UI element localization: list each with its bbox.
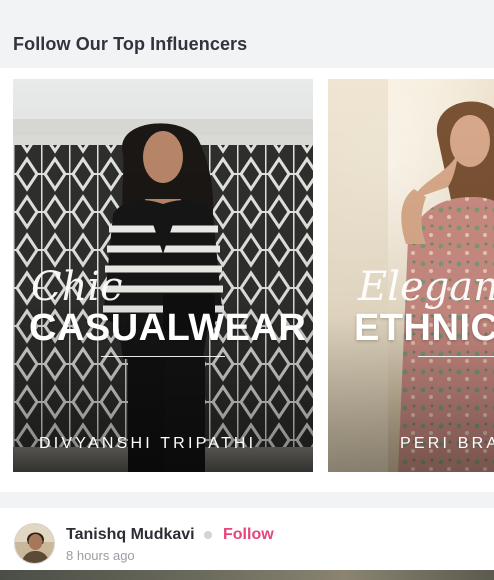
post-header: Tanishq Mudkavi Follow 8 hours ago: [0, 508, 494, 580]
influencer-card-casualwear[interactable]: Chic CASUALWEAR DIVYANSHI TRIPATHI: [13, 79, 313, 472]
title-underline: [101, 356, 225, 357]
influencer-card-ethnicwear[interactable]: Elegant ETHNICWEAR PERI BRAHMA: [328, 79, 494, 472]
category-title: CASUALWEAR: [29, 307, 307, 349]
avatar[interactable]: [14, 523, 55, 564]
influencers-section-header: Follow Our Top Influencers: [0, 0, 494, 68]
post-image-preview[interactable]: [0, 570, 494, 580]
influencer-name-caption: PERI BRAHMA: [400, 435, 494, 452]
section-title: Follow Our Top Influencers: [13, 34, 248, 54]
separator-dot: [204, 531, 212, 539]
script-tagline: Elegant: [358, 264, 494, 310]
follow-button[interactable]: Follow: [223, 526, 274, 544]
category-title: ETHNICWEAR: [354, 307, 494, 349]
author-name[interactable]: Tanishq Mudkavi: [66, 526, 195, 544]
influencer-carousel[interactable]: Chic CASUALWEAR DIVYANSHI TRIPATHI Elega…: [0, 68, 494, 492]
section-divider: [0, 492, 494, 508]
script-tagline: Chic: [31, 264, 123, 310]
post-timestamp: 8 hours ago: [66, 548, 135, 563]
influencer-name-caption: DIVYANSHI TRIPATHI: [39, 435, 257, 452]
title-underline: [418, 356, 494, 357]
